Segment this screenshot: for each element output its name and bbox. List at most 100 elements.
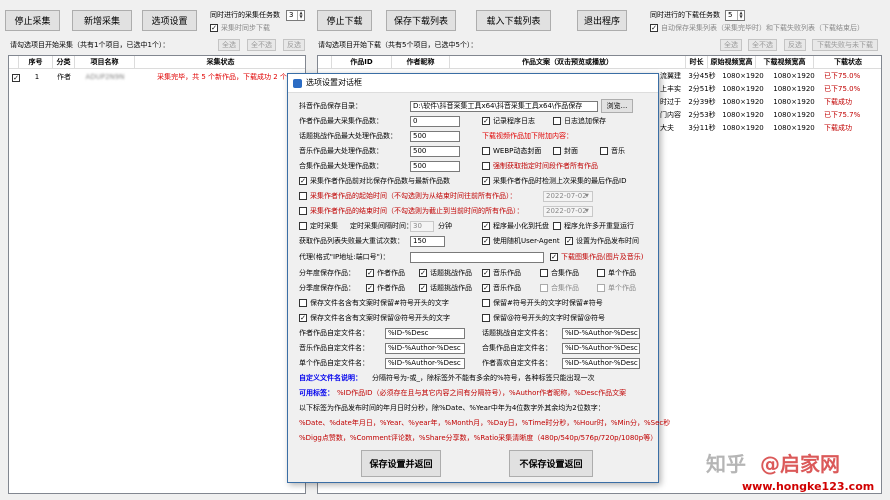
stop-download-button[interactable]: 停止下载: [317, 10, 372, 31]
year-topic-checkbox[interactable]: ✓: [419, 269, 427, 277]
liked-name-input[interactable]: %ID-%Author-%Desc: [562, 358, 640, 369]
column-header-caption[interactable]: 作品文案（双击预览或播放）: [450, 56, 686, 69]
extra-content-label: 下载视频作品加下附加内容：: [482, 132, 573, 140]
year-collection-checkbox[interactable]: [540, 269, 548, 277]
sync-download-checkbox[interactable]: ✓: [210, 24, 218, 32]
year-author-checkbox[interactable]: ✓: [366, 269, 374, 277]
collect-table[interactable]: 序号 分类 项目名称 采集状态 ✓ 1 作者 ADUP2N9N 采集完毕，共 5…: [8, 55, 306, 494]
max-collection-input[interactable]: 500: [410, 161, 460, 172]
auto-save-checkbox[interactable]: ✓: [650, 24, 658, 32]
compare-new-checkbox[interactable]: ✓: [299, 177, 307, 185]
max-retry-input[interactable]: 150: [410, 236, 445, 247]
row-checkbox[interactable]: ✓: [12, 74, 20, 82]
column-header-status[interactable]: 采集状态: [135, 56, 305, 69]
keep-text-d-label: 保留@符号开头的文字时保留@符号: [493, 314, 605, 322]
random-ua-checkbox[interactable]: ✓: [482, 237, 490, 245]
column-header-orig-size[interactable]: 原始视频宽高: [708, 56, 756, 69]
max-topic-input[interactable]: 500: [410, 131, 460, 142]
minutes-label: 分钟: [438, 222, 452, 230]
browse-button[interactable]: 浏览...: [601, 99, 633, 113]
year-music-checkbox[interactable]: ✓: [482, 269, 490, 277]
left-select-none-button[interactable]: 全不选: [247, 39, 276, 51]
download-failed-button[interactable]: 下载失败与未下载: [812, 39, 878, 51]
cancel-settings-button[interactable]: 不保存设置返回: [509, 450, 593, 477]
collection-name-input[interactable]: %ID-%Author-%Desc: [562, 343, 640, 354]
exit-button[interactable]: 退出程序: [577, 10, 627, 31]
column-header-author[interactable]: 作者昵称: [392, 56, 450, 69]
record-log-checkbox[interactable]: ✓: [482, 117, 490, 125]
keep-text-b-checkbox[interactable]: [482, 299, 490, 307]
quarter-music-checkbox[interactable]: ✓: [482, 284, 490, 292]
concurrent-collect-spinner[interactable]: 3 ▲ ▼: [286, 10, 305, 21]
left-invert-button[interactable]: 反选: [283, 39, 305, 51]
concurrent-download-label: 同时进行的下载任务数: [650, 11, 720, 19]
stop-collect-button[interactable]: 停止采集: [5, 10, 60, 31]
timed-interval-input[interactable]: 30: [410, 221, 434, 232]
quarter-collection-checkbox[interactable]: [540, 284, 548, 292]
keep-text-d-checkbox[interactable]: [482, 314, 490, 322]
concurrent-download-spinner[interactable]: 5 ▲ ▼: [725, 10, 745, 21]
check-last-checkbox[interactable]: ✓: [482, 177, 490, 185]
end-time-checkbox[interactable]: [299, 207, 307, 215]
auto-save-label: 自动保存采集列表（采集完毕时）和下载失败列表（下载结束后）: [661, 24, 864, 32]
max-music-input[interactable]: 500: [410, 146, 460, 157]
column-header-down-size[interactable]: 下载视频宽高: [756, 56, 814, 69]
year-single-checkbox[interactable]: [597, 269, 605, 277]
tags-line-3: %Date、%date年月日，%Year、%year年，%Month月，%Day…: [299, 419, 671, 427]
author-name-input[interactable]: %ID-%Desc: [385, 328, 465, 339]
start-time-checkbox[interactable]: [299, 192, 307, 200]
column-header-index[interactable]: 序号: [19, 56, 53, 69]
save-settings-button[interactable]: 保存设置并返回: [361, 450, 441, 477]
keep-text-a-checkbox[interactable]: [299, 299, 307, 307]
minimize-tray-checkbox[interactable]: ✓: [482, 222, 490, 230]
down-size-cell: 1080×1920: [773, 98, 815, 106]
dialog-titlebar[interactable]: 选项设置对话框: [288, 74, 658, 93]
quarter-topic-checkbox[interactable]: ✓: [419, 284, 427, 292]
column-header-category[interactable]: 分类: [53, 56, 75, 69]
keep-text-c-checkbox[interactable]: ✓: [299, 314, 307, 322]
set-publish-time-checkbox[interactable]: ✓: [565, 237, 573, 245]
right-invert-button[interactable]: 反选: [784, 39, 806, 51]
column-header-duration[interactable]: 时长: [686, 56, 708, 69]
tags-head: 可用标签：: [299, 389, 334, 397]
webp-cover-checkbox[interactable]: [482, 147, 490, 155]
caption-tail: 上丰实: [660, 85, 681, 93]
download-status-cell: 已下75.0%: [824, 85, 861, 93]
save-dir-input[interactable]: D:\软件\抖音采集工具x64\抖音采集工具x64\作品保存: [410, 101, 598, 112]
max-author-label: 作者作品最大采集作品数：: [299, 117, 383, 125]
max-author-input[interactable]: 0: [410, 116, 460, 127]
quarter-single-checkbox[interactable]: [597, 284, 605, 292]
proxy-input[interactable]: [410, 252, 544, 263]
dropdown-arrow-icon[interactable]: ▼: [585, 191, 589, 201]
left-select-all-button[interactable]: 全选: [218, 39, 240, 51]
music-name-input[interactable]: %ID-%Author-%Desc: [385, 343, 465, 354]
custom-note-head: 自定义文件名说明：: [299, 374, 362, 382]
column-header[interactable]: [318, 56, 332, 69]
load-list-button[interactable]: 载入下载列表: [476, 10, 551, 31]
add-collect-button[interactable]: 新增采集: [72, 10, 132, 31]
cover-checkbox[interactable]: [553, 147, 561, 155]
spinner-arrows-icon[interactable]: ▲ ▼: [297, 11, 304, 20]
spinner-arrows-icon[interactable]: ▲ ▼: [737, 11, 744, 20]
brand-watermark: @启家网: [760, 452, 840, 476]
column-header-id[interactable]: 作品ID: [332, 56, 392, 69]
single-name-input[interactable]: %ID-%Author-%Desc: [385, 358, 465, 369]
max-collection-label: 合集作品最大处理作品数：: [299, 162, 383, 170]
set-publish-time-label: 设置为作品发布时间: [576, 237, 639, 245]
music-checkbox[interactable]: [600, 147, 608, 155]
download-images-checkbox[interactable]: ✓: [550, 253, 558, 261]
column-header-name[interactable]: 项目名称: [75, 56, 135, 69]
timed-collect-checkbox[interactable]: [299, 222, 307, 230]
options-button[interactable]: 选项设置: [142, 10, 197, 31]
multi-instance-checkbox[interactable]: [553, 222, 561, 230]
save-list-button[interactable]: 保存下载列表: [386, 10, 456, 31]
column-header[interactable]: [9, 56, 19, 69]
quarter-author-checkbox[interactable]: ✓: [366, 284, 374, 292]
dropdown-arrow-icon[interactable]: ▼: [585, 206, 589, 216]
force-range-checkbox[interactable]: [482, 162, 490, 170]
right-select-all-button[interactable]: 全选: [720, 39, 742, 51]
topic-name-input[interactable]: %ID-%Author-%Desc: [562, 328, 640, 339]
column-header-down-status[interactable]: 下载状态: [814, 56, 881, 69]
right-select-none-button[interactable]: 全不选: [748, 39, 777, 51]
log-append-checkbox[interactable]: [553, 117, 561, 125]
